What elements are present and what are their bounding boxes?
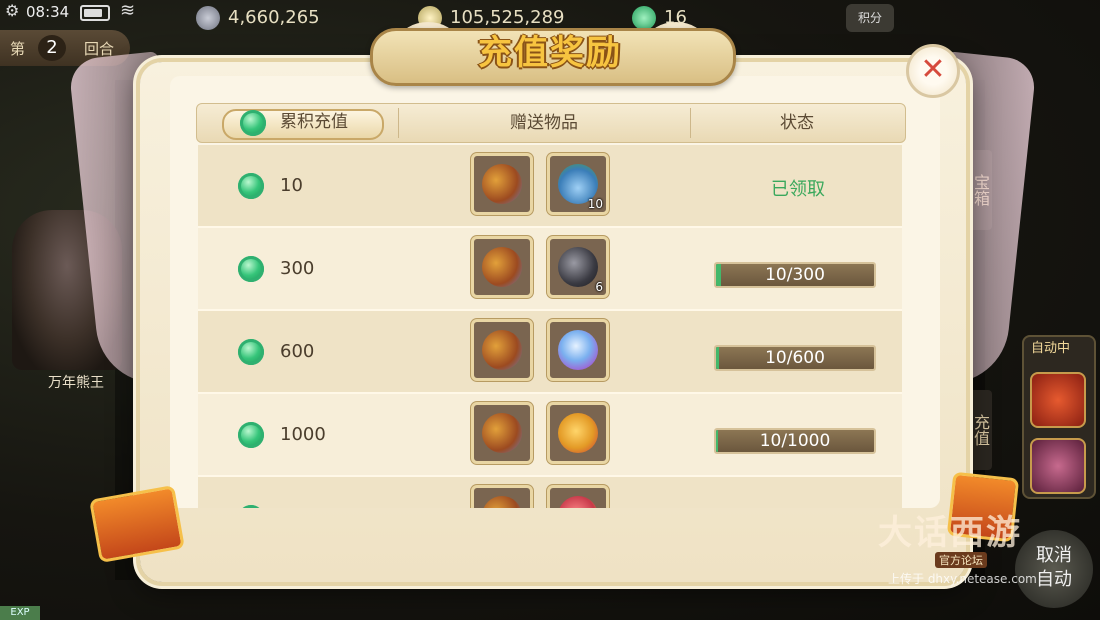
cancel-auto-button[interactable]: 取消 自动 <box>1015 530 1093 608</box>
header-rewards: 赠送物品 <box>510 113 578 133</box>
jade-icon <box>238 505 264 508</box>
crystal-orb-icon[interactable] <box>547 319 609 381</box>
exp-bar-label: EXP <box>0 606 40 620</box>
skill-fire-icon[interactable] <box>1030 372 1086 428</box>
dialog-title: 充值奖励 <box>478 33 622 73</box>
table-row: 1000 10/1000 <box>198 394 902 477</box>
table-row: 10 10 已领取 <box>198 145 902 228</box>
jade-icon <box>632 6 656 30</box>
treasure-bag-icon[interactable] <box>471 319 533 381</box>
dark-ore-icon[interactable]: 6 <box>547 236 609 298</box>
skill-fleur-icon[interactable] <box>1030 438 1086 494</box>
watermark-url: 上传于 dhxy.netease.com <box>888 572 1037 586</box>
gold-amount: 105,525,289 <box>450 7 565 28</box>
treasure-bag-icon[interactable] <box>471 236 533 298</box>
table-row: 600 10/600 <box>198 311 902 394</box>
clock: 08:34 <box>26 3 70 21</box>
cancel-auto-line1: 取消 <box>1036 545 1072 566</box>
jade-icon <box>238 422 264 448</box>
progress-bar: 10/300 <box>714 262 876 288</box>
lucky-bag-icon[interactable] <box>547 402 609 464</box>
auto-battle-label: 自动中 <box>1031 341 1071 356</box>
header-amount: 累积充值 <box>280 112 348 132</box>
progress-text: 10/600 <box>765 348 825 368</box>
reward-table[interactable]: 10 10 已领取 300 6 10/300 600 10/600 1000 1… <box>198 145 902 508</box>
monster-name: 万年熊王 <box>48 375 104 391</box>
item-quantity: 10 <box>587 197 603 211</box>
item-quantity: 6 <box>595 280 603 294</box>
round-number: 2 <box>38 35 66 61</box>
silver-currency: 4,660,265 <box>196 6 320 30</box>
treasure-bag-icon[interactable] <box>471 485 533 508</box>
gift-bag-icon[interactable] <box>547 485 609 508</box>
jade-icon <box>238 173 264 199</box>
jade-icon <box>238 256 264 282</box>
recharge-amount: 10 <box>280 175 303 196</box>
watermark-logo: 大话西游 <box>878 513 1022 553</box>
herb-potion-icon[interactable]: 10 <box>547 153 609 215</box>
jade-icon <box>238 339 264 365</box>
treasure-bag-icon[interactable] <box>471 153 533 215</box>
table-row: 300 6 10/300 <box>198 228 902 311</box>
gear-icon[interactable]: ⚙ <box>5 1 19 20</box>
round-prefix: 第 <box>10 40 26 58</box>
wifi-icon: ≋ <box>120 0 136 21</box>
score-button[interactable]: 积分 <box>846 4 894 32</box>
jade-icon <box>240 110 266 136</box>
close-icon: ✕ <box>920 52 946 87</box>
treasure-bag-icon[interactable] <box>471 402 533 464</box>
progress-bar: 10/1000 <box>714 428 876 454</box>
silver-coin-icon <box>196 6 220 30</box>
recharge-amount: 600 <box>280 341 315 362</box>
progress-text: 10/1000 <box>759 431 831 451</box>
table-row <box>198 477 902 508</box>
silver-amount: 4,660,265 <box>228 7 320 28</box>
watermark-subtitle: 官方论坛 <box>935 552 987 568</box>
close-button[interactable]: ✕ <box>906 44 960 98</box>
battery-icon <box>80 5 110 21</box>
claimed-status: 已领取 <box>771 179 825 200</box>
progress-text: 10/300 <box>765 265 825 285</box>
recharge-amount: 300 <box>280 258 315 279</box>
progress-bar: 10/600 <box>714 345 876 371</box>
header-status: 状态 <box>780 113 814 133</box>
recharge-amount: 1000 <box>280 424 326 445</box>
